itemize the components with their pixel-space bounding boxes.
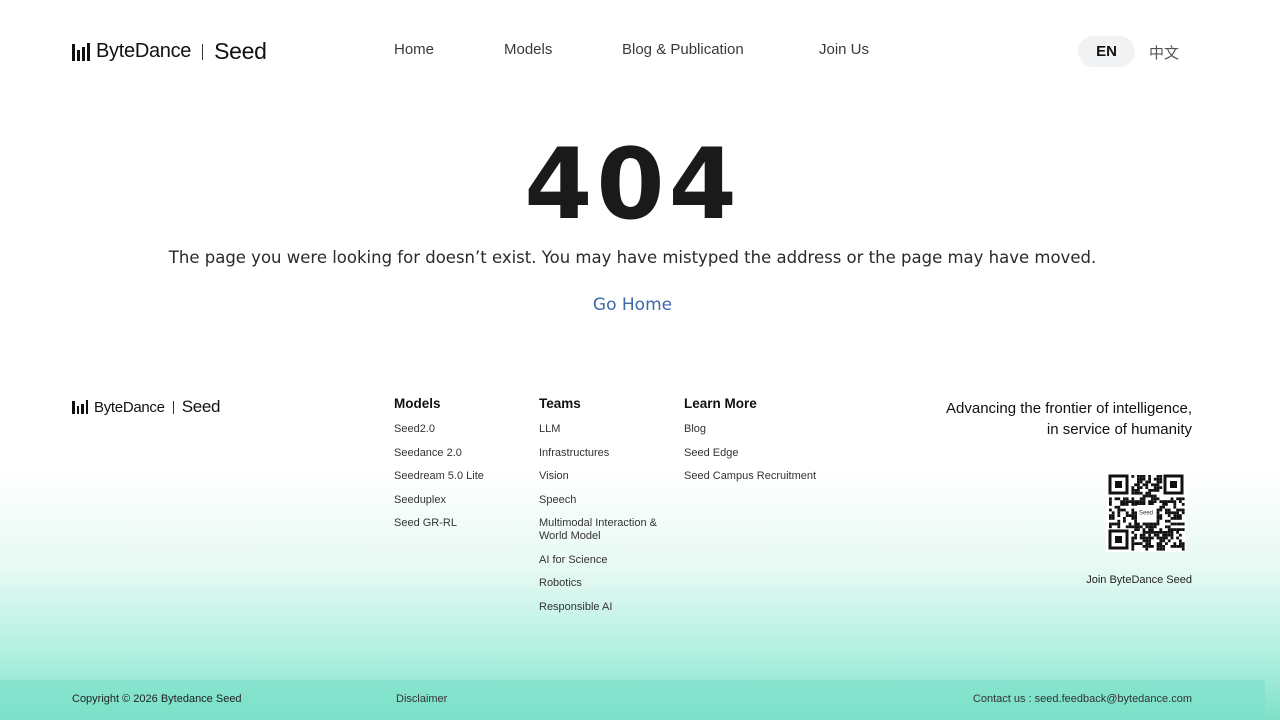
qr-center-label: Seed <box>1139 511 1153 517</box>
footer-link[interactable]: Responsible AI <box>539 601 612 613</box>
slogan-line: in service of humanity <box>1046 421 1192 438</box>
footer-column-teams: Teams LLM Infrastructures Vision Speech … <box>539 396 669 624</box>
logo-product-text: Seed <box>214 38 267 64</box>
footer-logo-product-text: Seed <box>181 397 221 416</box>
footer-link[interactable]: Seed Campus Recruitment <box>684 470 816 482</box>
footer-link[interactable]: Blog <box>684 423 706 435</box>
footer-link[interactable]: Multimodal Interaction & World Model <box>539 517 657 542</box>
footer-logo-brand-text: ByteDance <box>94 398 165 416</box>
contact-email[interactable]: Contact us : seed.feedback@bytedance.com <box>973 693 1192 705</box>
footer-link[interactable]: AI for Science <box>539 554 607 566</box>
slogan-line: Advancing the frontier of intelligence, <box>946 400 1192 417</box>
footer-logo-divider <box>172 400 174 414</box>
error-message: The page you were looking for doesn’t ex… <box>168 248 1097 267</box>
footer-column-title: Models <box>394 396 441 411</box>
logo-divider <box>202 43 204 60</box>
footer-logo[interactable]: ByteDance Seed <box>72 397 220 417</box>
footer-link[interactable]: Infrastructures <box>539 447 609 459</box>
disclaimer-link[interactable]: Disclaimer <box>396 693 447 705</box>
footer-link[interactable]: Seed Edge <box>684 447 738 459</box>
bytedance-logo-icon <box>72 400 88 414</box>
qr-code-icon: Seed <box>1106 472 1186 552</box>
footer-link[interactable]: Seed2.0 <box>394 423 435 435</box>
error-code: 404 <box>524 128 741 242</box>
nav-models[interactable]: Models <box>504 41 552 58</box>
footer-link[interactable]: Robotics <box>539 577 582 589</box>
logo-brand-text: ByteDance <box>96 40 192 62</box>
footer-column-title: Teams <box>539 396 581 411</box>
go-home-link[interactable]: Go Home <box>0 295 1265 315</box>
footer-link[interactable]: Speech <box>539 494 576 506</box>
lang-en-button[interactable]: EN <box>1078 36 1135 67</box>
lang-zh-button[interactable]: 中文 <box>1149 42 1179 63</box>
footer-slogan: Advancing the frontier of intelligence, … <box>946 398 1192 440</box>
footer-link[interactable]: Seedream 5.0 Lite <box>394 470 484 482</box>
footer-column-models: Models Seed2.0 Seedance 2.0 Seedream 5.0… <box>394 396 484 541</box>
footer-link[interactable]: Seedance 2.0 <box>394 447 462 459</box>
footer-column-title: Learn More <box>684 396 757 411</box>
nav-blog-publication[interactable]: Blog & Publication <box>622 41 744 58</box>
footer-link[interactable]: Vision <box>539 470 569 482</box>
footer-link[interactable]: Seeduplex <box>394 494 446 506</box>
join-bytedance-seed-link[interactable]: Join ByteDance Seed <box>1086 574 1192 586</box>
copyright-text: Copyright © 2026 Bytedance Seed <box>72 693 242 705</box>
footer-column-learn-more: Learn More Blog Seed Edge Seed Campus Re… <box>684 396 816 494</box>
qr-code-graphic: Seed <box>1108 474 1185 551</box>
footer-link[interactable]: Seed GR-RL <box>394 517 457 529</box>
footer-link[interactable]: LLM <box>539 423 560 435</box>
nav-home[interactable]: Home <box>394 41 434 58</box>
site-header: ByteDance Seed Home Models Blog & Public… <box>0 0 1280 100</box>
site-logo[interactable]: ByteDance Seed <box>72 38 267 65</box>
bytedance-logo-icon <box>72 42 90 61</box>
nav-join-us[interactable]: Join Us <box>819 41 869 58</box>
